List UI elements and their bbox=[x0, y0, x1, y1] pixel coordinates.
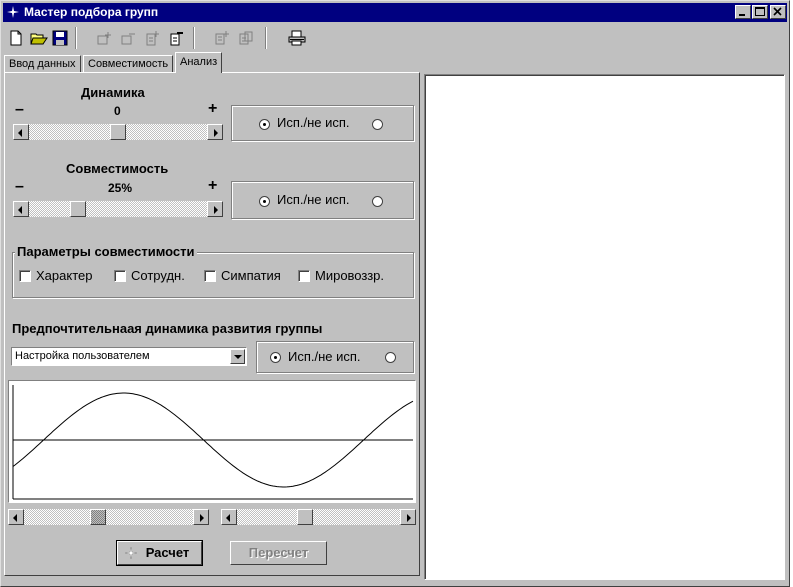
tab-data-entry[interactable]: Ввод данных bbox=[4, 55, 81, 73]
preferred-dynamics-select[interactable]: Настройка пользователем bbox=[11, 347, 247, 366]
graph-left-scrollbar-left-button[interactable] bbox=[8, 509, 24, 525]
close-icon bbox=[773, 7, 782, 16]
window-title: Мастер подбора групп bbox=[24, 5, 159, 19]
dynamics-slider-left-button[interactable] bbox=[13, 124, 29, 140]
dynamics-not-use-radio[interactable] bbox=[372, 119, 383, 130]
dynamics-graph bbox=[8, 380, 416, 503]
open-button[interactable] bbox=[27, 27, 49, 49]
save-button[interactable] bbox=[49, 27, 71, 49]
preferred-use-radio[interactable] bbox=[270, 352, 281, 363]
recalculate-button[interactable]: Пересчет bbox=[230, 541, 327, 565]
print-icon bbox=[288, 30, 306, 46]
tab-compatibility[interactable]: Совместимость bbox=[83, 55, 174, 73]
print-button[interactable] bbox=[285, 27, 307, 49]
sympathy-label: Симпатия bbox=[221, 268, 281, 283]
dynamics-slider-right-button[interactable] bbox=[207, 124, 223, 140]
compatibility-slider[interactable] bbox=[13, 201, 223, 217]
dynamics-slider[interactable] bbox=[13, 124, 223, 140]
remove-group-icon bbox=[121, 33, 135, 45]
tab-analysis[interactable]: Анализ bbox=[175, 52, 223, 73]
close-button[interactable] bbox=[770, 5, 786, 19]
new-file-icon bbox=[10, 30, 22, 46]
dynamics-minus-label: – bbox=[15, 101, 24, 118]
add-group-icon bbox=[97, 32, 111, 45]
graph-left-scrollbar[interactable] bbox=[8, 509, 209, 525]
compatibility-params-title: Параметры совместимости bbox=[15, 244, 197, 259]
minimize-button[interactable] bbox=[735, 5, 751, 19]
copy-icon bbox=[215, 31, 229, 45]
dynamics-use-group: Исп./не исп. bbox=[231, 105, 414, 141]
calculate-icon bbox=[124, 546, 138, 560]
toolbar-separator bbox=[193, 27, 195, 49]
worldview-checkbox[interactable] bbox=[298, 270, 310, 282]
recalculate-button-label: Пересчет bbox=[248, 545, 309, 560]
calculate-button[interactable]: Расчет bbox=[116, 540, 203, 566]
preferred-not-use-radio[interactable] bbox=[385, 352, 396, 363]
compatibility-use-radio[interactable] bbox=[259, 196, 270, 207]
app-icon bbox=[7, 6, 19, 18]
minimize-icon bbox=[739, 14, 745, 16]
compatibility-label: Совместимость bbox=[66, 161, 169, 176]
graph-left-scrollbar-right-button[interactable] bbox=[193, 509, 209, 525]
preferred-dynamics-select-value: Настройка пользователем bbox=[15, 350, 150, 362]
add-item-icon bbox=[146, 31, 159, 46]
dynamics-plus-label: + bbox=[208, 100, 218, 117]
graph-right-scrollbar[interactable] bbox=[221, 509, 416, 525]
compatibility-not-use-radio[interactable] bbox=[372, 196, 383, 207]
dynamics-label: Динамика bbox=[81, 85, 145, 100]
compatibility-slider-right-button[interactable] bbox=[207, 201, 223, 217]
compatibility-slider-left-button[interactable] bbox=[13, 201, 29, 217]
compatibility-value: 25% bbox=[108, 181, 133, 195]
compatibility-minus-label: – bbox=[15, 178, 24, 195]
dynamics-slider-thumb[interactable] bbox=[110, 124, 126, 140]
add-item-button[interactable] bbox=[141, 27, 163, 49]
open-folder-icon bbox=[30, 33, 48, 45]
preferred-dynamics-title: Предпочтительнаая динамика развития груп… bbox=[12, 321, 323, 336]
main-window: Мастер подбора групп Ввод данных Совмест… bbox=[0, 0, 790, 587]
cooperation-label: Сотрудн. bbox=[131, 268, 185, 283]
worldview-label: Мировоззр. bbox=[315, 268, 385, 283]
dynamics-use-radio[interactable] bbox=[259, 119, 270, 130]
compatibility-plus-label: + bbox=[208, 177, 218, 194]
preferred-use-group: Исп./не исп. bbox=[256, 341, 414, 373]
remove-group-button[interactable] bbox=[117, 27, 139, 49]
copy-button[interactable] bbox=[211, 27, 233, 49]
remove-item-icon bbox=[170, 32, 183, 46]
preferred-use-label: Исп./не исп. bbox=[288, 349, 361, 364]
graph-right-scrollbar-left-button[interactable] bbox=[221, 509, 237, 525]
maximize-button[interactable] bbox=[752, 5, 768, 19]
sympathy-checkbox[interactable] bbox=[204, 270, 216, 282]
paste-icon bbox=[239, 31, 253, 45]
toolbar-separator bbox=[265, 27, 267, 49]
toolbar-separator bbox=[75, 27, 77, 49]
compatibility-use-group: Исп./не исп. bbox=[231, 181, 414, 219]
dynamics-graph-canvas bbox=[12, 385, 414, 500]
paste-button[interactable] bbox=[235, 27, 257, 49]
remove-item-button[interactable] bbox=[165, 27, 187, 49]
character-checkbox[interactable] bbox=[19, 270, 31, 282]
add-group-button[interactable] bbox=[93, 27, 115, 49]
graph-left-scrollbar-thumb[interactable] bbox=[90, 509, 106, 525]
calculate-button-label: Расчет bbox=[145, 545, 190, 560]
chevron-down-icon[interactable] bbox=[230, 349, 245, 364]
compatibility-slider-thumb[interactable] bbox=[70, 201, 86, 217]
compatibility-use-label: Исп./не исп. bbox=[277, 192, 350, 207]
graph-right-scrollbar-thumb[interactable] bbox=[297, 509, 313, 525]
new-button[interactable] bbox=[5, 27, 27, 49]
tab-strip: Ввод данных Совместимость Анализ bbox=[4, 51, 424, 73]
maximize-icon bbox=[755, 7, 765, 16]
cooperation-checkbox[interactable] bbox=[114, 270, 126, 282]
toolbar bbox=[3, 24, 787, 50]
title-bar: Мастер подбора групп bbox=[3, 3, 787, 22]
save-icon bbox=[52, 30, 68, 46]
character-label: Характер bbox=[36, 268, 93, 283]
graph-right-scrollbar-right-button[interactable] bbox=[400, 509, 416, 525]
dynamics-use-label: Исп./не исп. bbox=[277, 115, 350, 130]
results-pane bbox=[424, 74, 785, 580]
dynamics-value: 0 bbox=[114, 104, 121, 118]
